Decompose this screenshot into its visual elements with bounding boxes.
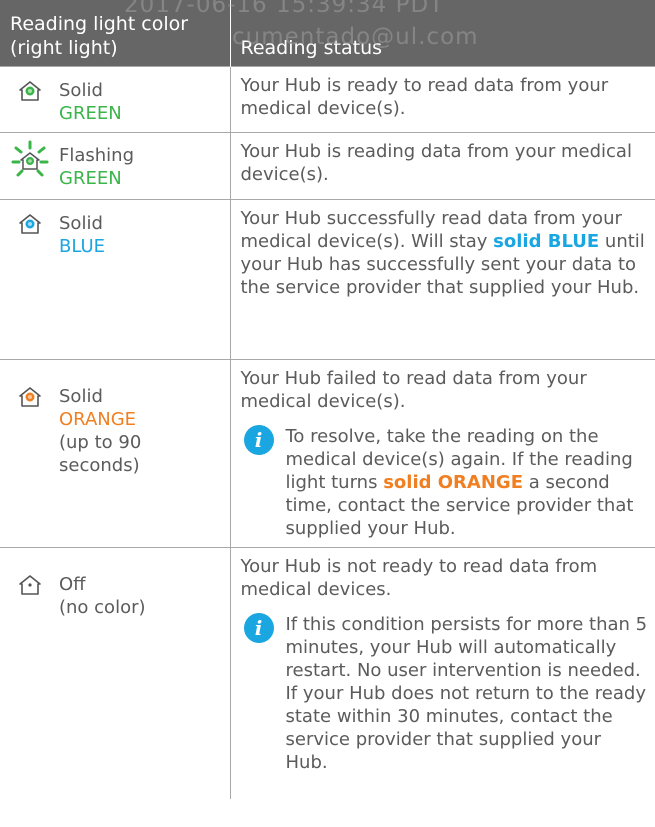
status-cell: Your Hub is reading data from your medic… <box>230 131 655 199</box>
status-cell: Your Hub successfully read data from you… <box>230 198 655 359</box>
highlight-solid-orange: solid ORANGE <box>383 471 523 493</box>
status-cell: Your Hub is ready to read data from your… <box>230 65 655 132</box>
info-icon: i <box>243 424 274 455</box>
house-light-blue-icon <box>1 212 59 236</box>
info-note: i If this condition persists for more th… <box>241 612 649 774</box>
table-header-row: Reading light color (right light) Readin… <box>0 0 655 66</box>
status-cell: Your Hub failed to read data from your m… <box>230 358 655 547</box>
status-description: Your Hub successfully read data from you… <box>232 201 655 305</box>
light-color: ORANGE <box>59 408 137 430</box>
status-description: Your Hub failed to read data from your m… <box>240 367 587 412</box>
house-light-green-icon <box>1 79 59 103</box>
highlight-solid-blue: solid BLUE <box>493 230 600 252</box>
table-row: Solid ORANGE (up to 90 seconds) Your Hub… <box>0 358 655 547</box>
status-description: Your Hub is ready to read data from your… <box>240 74 609 119</box>
house-light-orange-icon <box>1 385 59 409</box>
header-reading-status: Reading status <box>230 0 655 66</box>
light-color-note: (no color) <box>59 596 146 618</box>
note-text: If this condition persists for more than… <box>285 613 648 773</box>
reading-light-table: Reading light color (right light) Readin… <box>0 0 655 799</box>
table-row: Solid BLUE Your Hub successfully read da… <box>0 198 655 359</box>
status-description: Your Hub is reading data from your medic… <box>240 140 632 185</box>
house-light-green-flashing-icon <box>1 140 59 180</box>
table-row: Flashing GREEN Your Hub is reading data … <box>0 131 655 199</box>
light-cell: Solid BLUE <box>0 198 231 359</box>
header-reading-light-color: Reading light color (right light) <box>0 0 231 66</box>
status-description: Your Hub is not ready to read data from … <box>240 555 598 600</box>
light-duration: (up to 90 seconds) <box>59 431 142 476</box>
note-text: To resolve, take the reading on the medi… <box>285 425 634 539</box>
light-cell: Solid GREEN <box>0 65 231 132</box>
house-light-off-icon <box>1 573 59 597</box>
light-state: Solid <box>59 79 103 101</box>
table-row: Solid GREEN Your Hub is ready to read da… <box>0 65 655 132</box>
light-state: Off <box>59 573 86 595</box>
status-cell: Your Hub is not ready to read data from … <box>230 546 655 799</box>
light-color: GREEN <box>59 102 122 124</box>
table-row: Off (no color) Your Hub is not ready to … <box>0 546 655 799</box>
light-state: Solid <box>59 212 103 234</box>
light-cell: Flashing GREEN <box>0 131 231 199</box>
light-state: Flashing <box>59 144 135 166</box>
light-cell: Off (no color) <box>0 546 231 799</box>
info-note: i To resolve, take the reading on the me… <box>241 424 649 540</box>
light-state: Solid <box>59 385 103 407</box>
light-color: BLUE <box>59 235 106 257</box>
light-cell: Solid ORANGE (up to 90 seconds) <box>0 358 231 547</box>
light-color: GREEN <box>59 167 122 189</box>
info-icon: i <box>243 612 274 643</box>
